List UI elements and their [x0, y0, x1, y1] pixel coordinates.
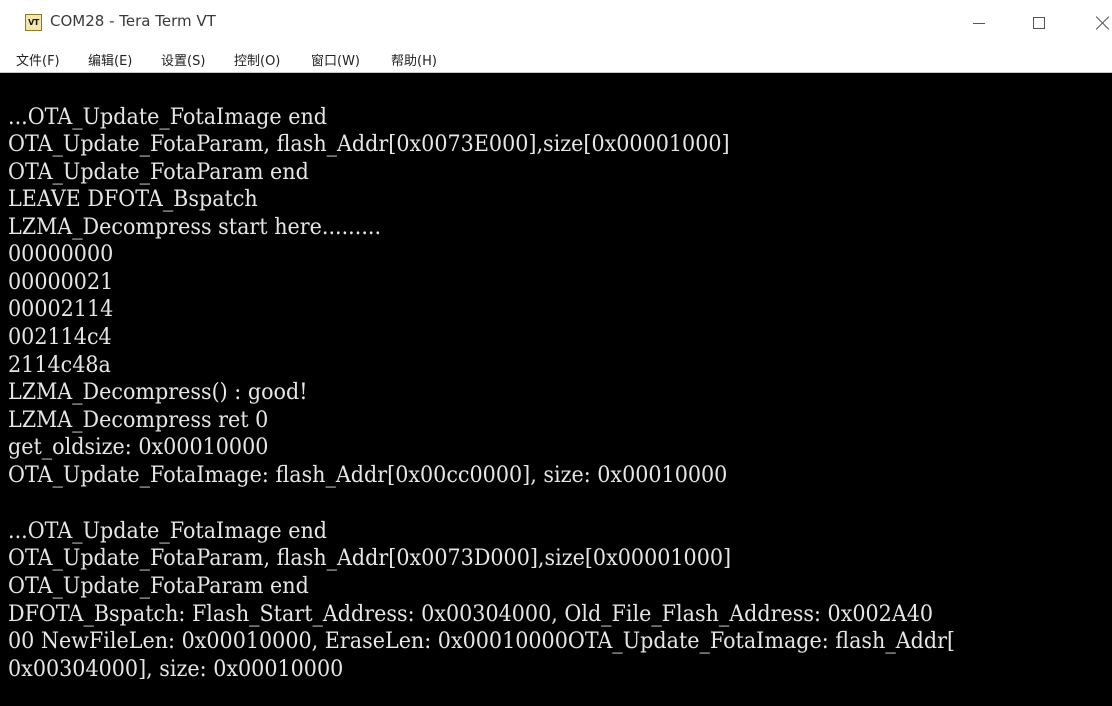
terminal-line: OTA_Update_FotaImage: flash_Addr[0x00cc0…	[8, 463, 728, 488]
terminal-line: ...OTA_Update_FotaImage end	[8, 519, 327, 544]
menu-control[interactable]: 控制(O)	[234, 50, 280, 69]
terminal-output[interactable]: ...OTA_Update_FotaImage end OTA_Update_F…	[0, 73, 1112, 706]
terminal-line: LZMA_Decompress start here.........	[8, 215, 382, 240]
terminal-line: OTA_Update_FotaParam, flash_Addr[0x0073E…	[8, 132, 730, 157]
terminal-line: get_oldsize: 0x00010000	[8, 435, 269, 460]
terminal-line: OTA_Update_FotaParam, flash_Addr[0x0073D…	[8, 546, 732, 571]
menu-edit[interactable]: 编辑(E)	[88, 50, 132, 69]
terminal-line: LZMA_Decompress() : good!	[8, 380, 308, 405]
close-icon	[1096, 16, 1110, 30]
tera-term-window: VT COM28 - Tera Term VT 文件(F) 编辑(E) 设置(S…	[0, 0, 1112, 706]
title-bar[interactable]: VT COM28 - Tera Term VT	[0, 0, 1112, 44]
menu-help[interactable]: 帮助(H)	[391, 50, 437, 69]
terminal-line: OTA_Update_FotaParam end	[8, 574, 309, 599]
terminal-line: 2114c48a	[8, 353, 111, 378]
minimize-icon	[973, 22, 985, 24]
terminal-line: ...OTA_Update_FotaImage end	[8, 105, 327, 130]
menu-bar: 文件(F) 编辑(E) 设置(S) 控制(O) 窗口(W) 帮助(H)	[0, 44, 1112, 73]
terminal-line: OTA_Update_FotaParam end	[8, 160, 309, 185]
maximize-button[interactable]	[1022, 8, 1056, 38]
menu-setup[interactable]: 设置(S)	[161, 50, 205, 69]
maximize-icon	[1033, 17, 1045, 29]
terminal-line: 00 NewFileLen: 0x00010000, EraseLen: 0x0…	[8, 629, 956, 654]
terminal-line: 002114c4	[8, 325, 112, 350]
terminal-line: 0x00304000], size: 0x00010000	[8, 657, 344, 682]
terminal-line: 00002114	[8, 297, 114, 322]
terminal-line: LZMA_Decompress ret 0	[8, 408, 269, 433]
terminal-line: 00000021	[8, 270, 114, 295]
menu-file[interactable]: 文件(F)	[16, 50, 60, 69]
minimize-button[interactable]	[962, 8, 996, 38]
tera-term-app-icon[interactable]: VT	[25, 14, 42, 31]
terminal-line: DFOTA_Bspatch: Flash_Start_Address: 0x00…	[8, 602, 934, 627]
terminal-line: 00000000	[8, 242, 114, 267]
window-title: COM28 - Tera Term VT	[50, 12, 216, 30]
terminal-line: LEAVE DFOTA_Bspatch	[8, 187, 258, 212]
menu-window[interactable]: 窗口(W)	[311, 50, 360, 69]
close-button[interactable]	[1086, 8, 1112, 38]
